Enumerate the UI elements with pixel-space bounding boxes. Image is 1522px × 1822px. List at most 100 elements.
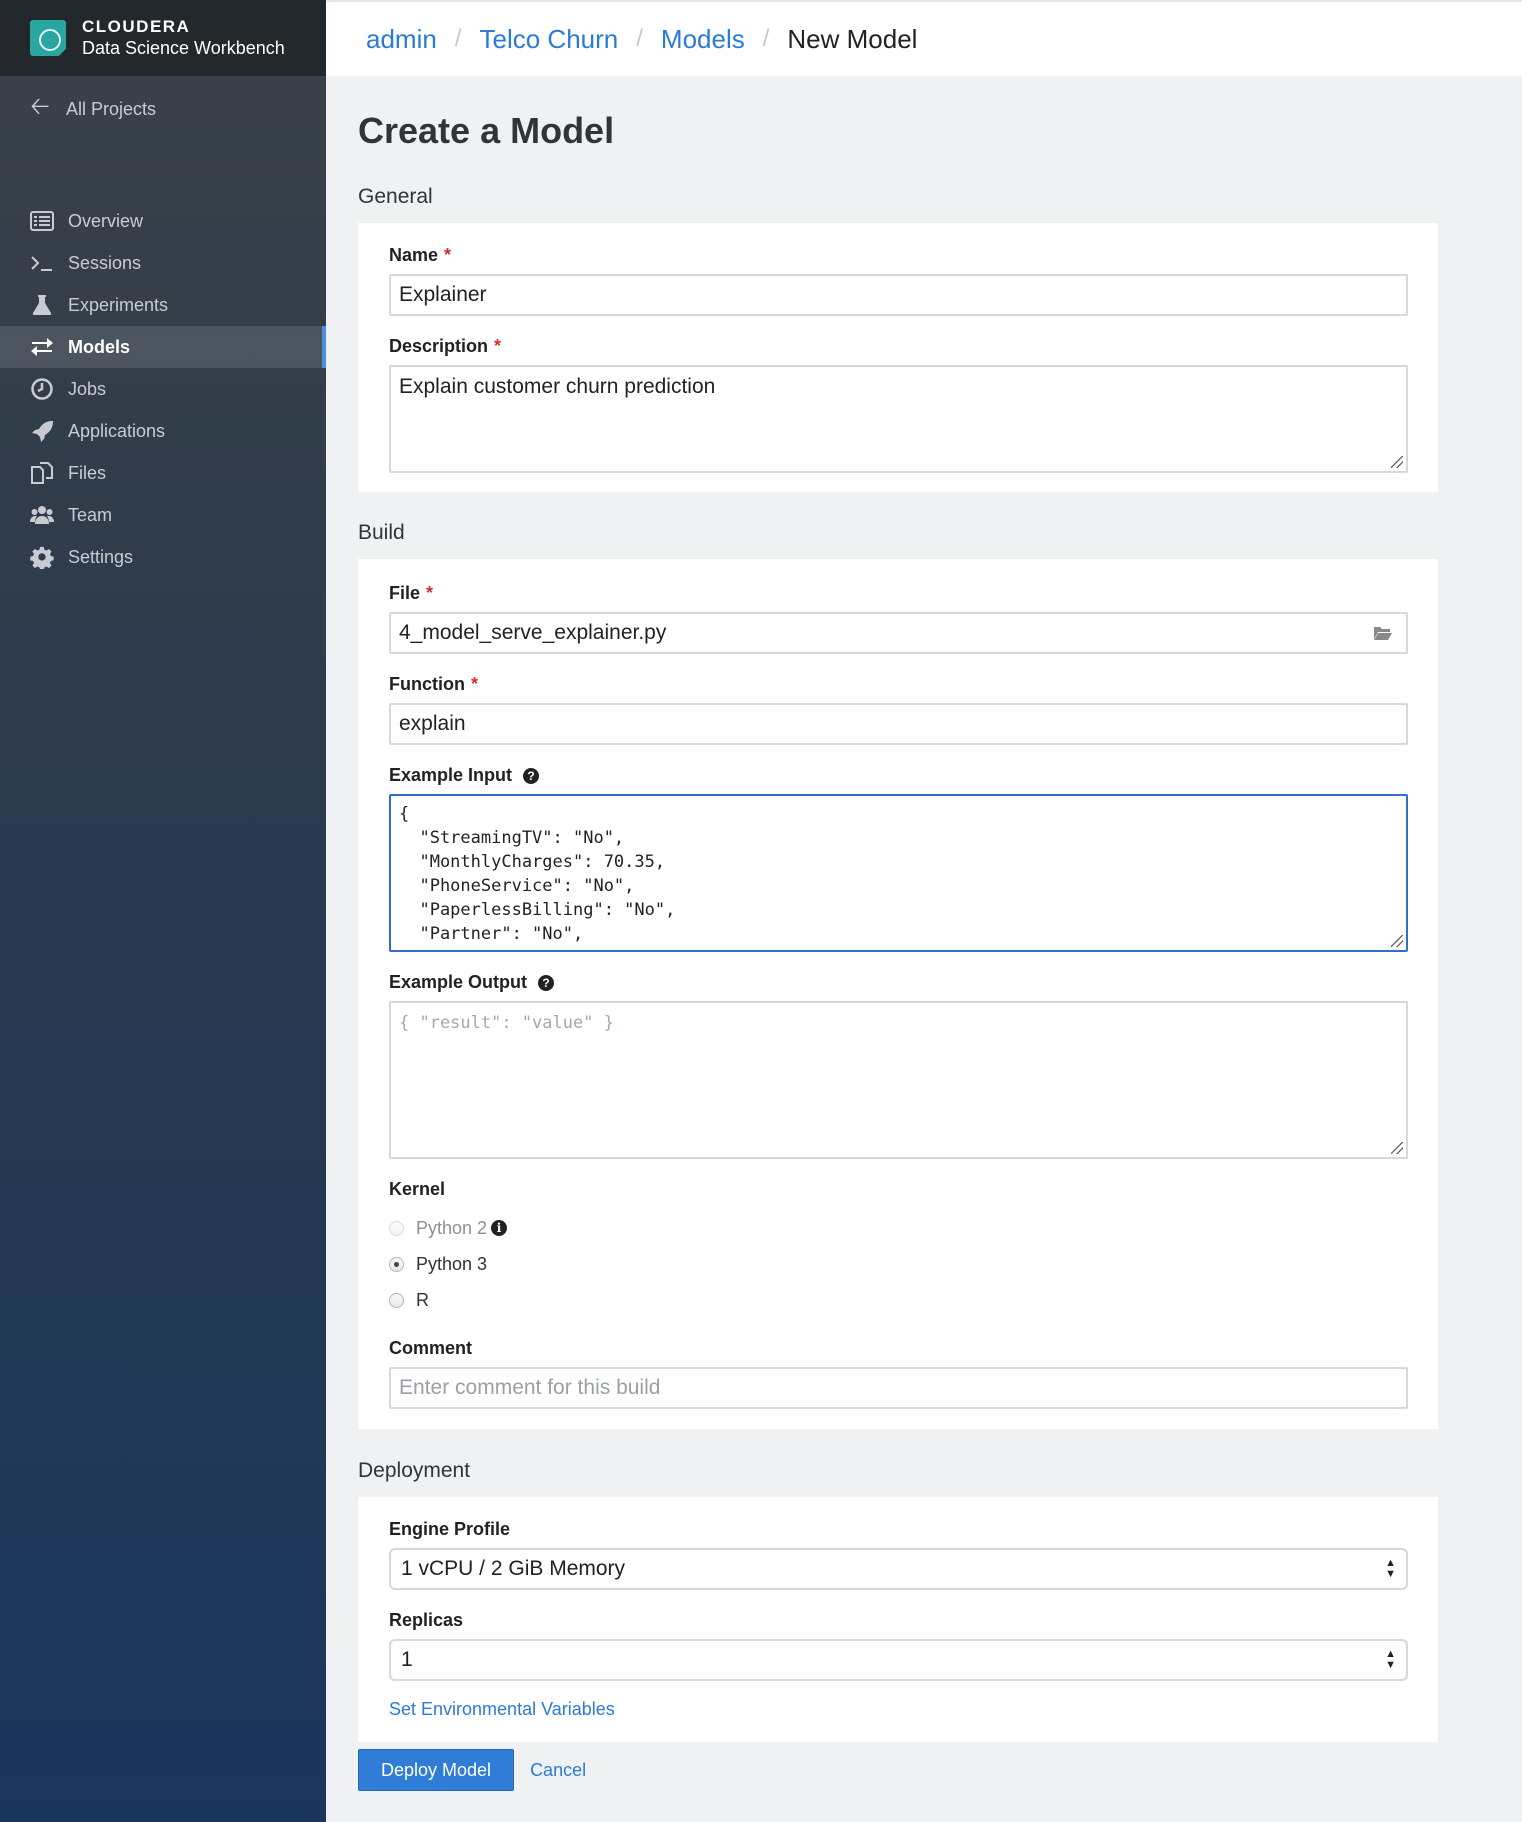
- sidebar-item-label: Settings: [68, 546, 134, 567]
- file-input[interactable]: 4_model_serve_explainer.py: [389, 612, 1408, 654]
- example-output-placeholder: { "result": "value" }: [399, 1013, 614, 1033]
- comment-label: Comment: [389, 1338, 473, 1358]
- info-circle-icon[interactable]: i: [491, 1220, 508, 1236]
- sidebar: CLOUDERA Data Science Workbench 🡠 All Pr…: [0, 0, 326, 1822]
- sidebar-item-applications[interactable]: Applications: [0, 410, 326, 452]
- file-value: 4_model_serve_explainer.py: [399, 621, 667, 644]
- radio-button: [389, 1220, 404, 1236]
- example-input-label: Example Input?: [389, 765, 1407, 786]
- cloudera-logo-icon: [30, 20, 66, 56]
- brand-header[interactable]: CLOUDERA Data Science Workbench: [0, 0, 326, 76]
- breadcrumb-project[interactable]: Telco Churn: [480, 24, 619, 55]
- sidebar-item-experiments[interactable]: Experiments: [0, 284, 326, 326]
- example-output-label: Example Output?: [389, 972, 1407, 993]
- name-label-text: Name: [389, 245, 439, 265]
- required-marker: *: [470, 674, 478, 694]
- sidebar-item-sessions[interactable]: Sessions: [0, 242, 326, 284]
- file-label-text: File: [389, 583, 421, 603]
- sidebar-item-label: Overview: [68, 210, 144, 231]
- sidebar-item-jobs[interactable]: Jobs: [0, 368, 326, 410]
- rocket-icon: [28, 419, 56, 443]
- files-icon: [28, 461, 56, 485]
- breadcrumb-models[interactable]: Models: [661, 24, 745, 55]
- breadcrumb-separator: /: [454, 25, 462, 52]
- section-title-general: General: [358, 185, 433, 208]
- kernel-option-r[interactable]: R: [389, 1282, 1407, 1318]
- build-panel: File * 4_model_serve_explainer.py Functio…: [358, 559, 1438, 1429]
- team-icon: [28, 503, 56, 527]
- example-input-textarea[interactable]: { "StreamingTV": "No", "MonthlyCharges":…: [389, 794, 1408, 952]
- sidebar-item-settings[interactable]: Settings: [0, 536, 326, 578]
- gear-icon: [28, 545, 56, 569]
- deploy-model-button[interactable]: Deploy Model: [358, 1749, 515, 1791]
- sidebar-item-label: Experiments: [68, 294, 169, 315]
- question-circle-icon[interactable]: ?: [538, 974, 555, 991]
- kernel-label: Kernel: [389, 1179, 446, 1199]
- cancel-button[interactable]: Cancel: [530, 1760, 586, 1781]
- folder-open-icon[interactable]: [1374, 626, 1392, 640]
- sidebar-item-label: Sessions: [68, 252, 142, 273]
- all-projects-link[interactable]: 🡠 All Projects: [28, 89, 156, 129]
- select-arrows-icon: ▲ ▼: [1385, 1648, 1396, 1671]
- resize-handle-icon[interactable]: [1391, 456, 1403, 468]
- brand-name: CLOUDERA: [82, 17, 191, 36]
- brand-product: Data Science Workbench: [82, 38, 285, 58]
- description-label-text: Description: [389, 336, 489, 356]
- sidebar-item-label: Models: [68, 336, 131, 357]
- kernel-option-python3[interactable]: Python 3: [389, 1246, 1407, 1282]
- breadcrumb-admin[interactable]: admin: [366, 24, 437, 55]
- question-circle-icon[interactable]: ?: [523, 767, 540, 784]
- engine-profile-value: 1 vCPU / 2 GiB Memory: [401, 1557, 626, 1580]
- kernel-option-python2: Python 2 i: [389, 1210, 1407, 1246]
- description-value: Explain customer churn prediction: [399, 375, 716, 398]
- engine-profile-select[interactable]: 1 vCPU / 2 GiB Memory ▲ ▼: [389, 1548, 1408, 1590]
- sidebar-item-label: Jobs: [68, 378, 107, 399]
- breadcrumb-separator: /: [636, 25, 643, 52]
- kernel-option-label: Python 3: [416, 1253, 488, 1274]
- resize-handle-icon[interactable]: [1391, 935, 1403, 947]
- overview-icon: [28, 209, 56, 233]
- radio-button[interactable]: [389, 1256, 404, 1272]
- replicas-value: 1: [401, 1648, 413, 1671]
- resize-handle-icon[interactable]: [1391, 1142, 1403, 1154]
- sidebar-item-overview[interactable]: Overview: [0, 200, 326, 242]
- radio-button[interactable]: [389, 1292, 404, 1308]
- all-projects-label: All Projects: [66, 98, 157, 119]
- select-arrows-icon: ▲ ▼: [1385, 1557, 1396, 1580]
- replicas-label: Replicas: [389, 1610, 464, 1630]
- deployment-panel: Engine Profile 1 vCPU / 2 GiB Memory ▲ ▼ …: [358, 1497, 1438, 1742]
- section-title-build: Build: [358, 521, 405, 544]
- set-env-vars-link[interactable]: Set Environmental Variables: [389, 1699, 615, 1719]
- description-textarea[interactable]: Explain customer churn prediction: [389, 365, 1408, 473]
- required-marker: *: [494, 336, 502, 356]
- exchange-arrows-icon: [28, 335, 56, 359]
- kernel-option-label: Python 2: [416, 1217, 488, 1238]
- sidebar-item-team[interactable]: Team: [0, 494, 326, 536]
- required-marker: *: [426, 583, 434, 603]
- function-input[interactable]: explain: [389, 703, 1408, 745]
- function-label: Function *: [389, 674, 1407, 695]
- sidebar-item-label: Team: [68, 504, 113, 525]
- breadcrumb-separator: /: [762, 25, 770, 52]
- arrow-left-icon: 🡠: [30, 92, 50, 120]
- comment-input[interactable]: Enter comment for this build: [389, 1367, 1408, 1409]
- sidebar-item-models[interactable]: Models: [0, 326, 326, 368]
- replicas-select[interactable]: 1 ▲ ▼: [389, 1639, 1408, 1681]
- function-label-text: Function: [389, 674, 465, 694]
- example-output-textarea[interactable]: { "result": "value" }: [389, 1001, 1408, 1159]
- main-content: Create a Model General Name * Explainer D…: [358, 76, 1438, 1791]
- sidebar-item-label: Files: [68, 462, 107, 483]
- example-input-label-text: Example Input: [389, 765, 513, 785]
- terminal-icon: [28, 251, 56, 275]
- project-nav: Overview Sessions Experiments Models Job…: [0, 200, 326, 578]
- required-marker: *: [444, 245, 452, 265]
- sidebar-item-label: Applications: [68, 420, 166, 441]
- section-title-deployment: Deployment: [358, 1459, 471, 1482]
- flask-icon: [28, 293, 56, 317]
- sidebar-item-files[interactable]: Files: [0, 452, 326, 494]
- example-output-label-text: Example Output: [389, 972, 528, 992]
- page-title: Create a Model: [358, 110, 615, 151]
- name-input[interactable]: Explainer: [389, 274, 1408, 316]
- kernel-option-label: R: [416, 1289, 429, 1310]
- example-input-value: { "StreamingTV": "No", "MonthlyCharges":…: [399, 804, 676, 944]
